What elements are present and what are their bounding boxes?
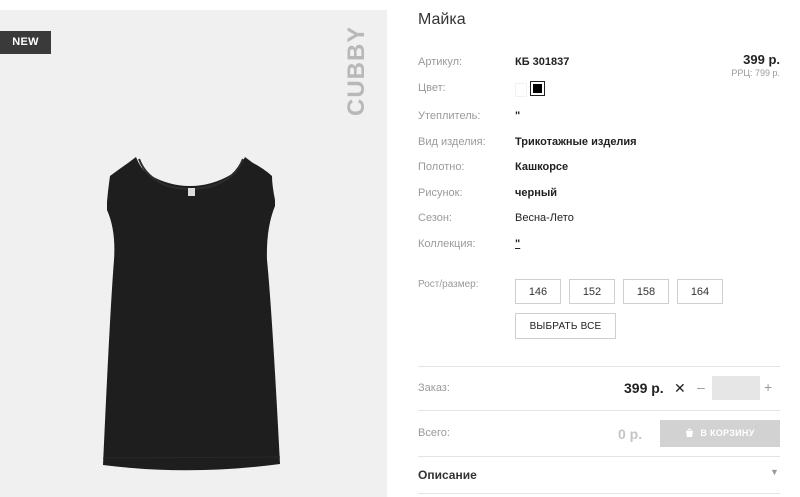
color-swatch-white[interactable]: [515, 83, 527, 97]
attr-value: КБ 301837: [515, 56, 570, 68]
product-photo[interactable]: [0, 10, 387, 497]
size-button-164[interactable]: 164: [677, 279, 723, 304]
select-all-button[interactable]: ВЫБРАТЬ ВСЕ: [515, 313, 616, 339]
attr-label: Сезон:: [418, 212, 452, 224]
attr-value: Трикотажные изделия: [515, 136, 637, 148]
total-value: 0 р.: [618, 426, 643, 442]
attr-label: Утеплитель:: [418, 110, 481, 122]
increase-button[interactable]: +: [764, 379, 772, 395]
size-button-146[interactable]: 146: [515, 279, 561, 304]
divider: [418, 493, 780, 494]
attr-value: ": [515, 110, 521, 122]
tank-top-image: [102, 157, 281, 471]
cart-icon: [686, 428, 694, 437]
product-title: Майка: [418, 11, 466, 28]
total-label: Всего:: [418, 427, 450, 439]
attr-value: Кашкорсе: [515, 161, 569, 173]
description-toggle[interactable]: Описание: [418, 468, 477, 482]
chevron-down-icon[interactable]: ▼: [770, 467, 779, 477]
brand-logo: CUBBY: [343, 28, 370, 116]
attr-label: Коллекция:: [418, 238, 476, 250]
color-swatch-black[interactable]: [530, 81, 545, 96]
product-rrp: РРЦ: 799 р.: [731, 68, 780, 78]
size-button-152[interactable]: 152: [569, 279, 615, 304]
attr-collection-link[interactable]: ": [515, 238, 520, 250]
sizes-label: Рост/размер:: [418, 279, 479, 290]
size-button-158[interactable]: 158: [623, 279, 669, 304]
divider: [418, 366, 780, 367]
divider: [418, 410, 780, 411]
product-price: 399 р.: [743, 52, 780, 67]
attr-value: Весна-Лето: [515, 212, 574, 224]
attr-label: Вид изделия:: [418, 136, 486, 148]
multiply-icon: ✕: [674, 380, 686, 396]
attr-label: Цвет:: [418, 82, 446, 94]
svg-text:CUBBY: CUBBY: [343, 28, 370, 116]
attr-label: Рисунок:: [418, 187, 463, 199]
quantity-input[interactable]: [712, 376, 760, 400]
attr-label: Полотно:: [418, 161, 465, 173]
add-to-cart-button[interactable]: В КОРЗИНУ: [660, 420, 780, 447]
new-badge: NEW: [0, 31, 51, 54]
decrease-button[interactable]: –: [697, 379, 705, 395]
divider: [418, 456, 780, 457]
add-to-cart-label: В КОРЗИНУ: [700, 428, 755, 438]
order-label: Заказ:: [418, 382, 450, 394]
order-price: 399 р.: [624, 380, 664, 396]
attr-label: Артикул:: [418, 56, 463, 68]
attr-value: черный: [515, 187, 558, 199]
